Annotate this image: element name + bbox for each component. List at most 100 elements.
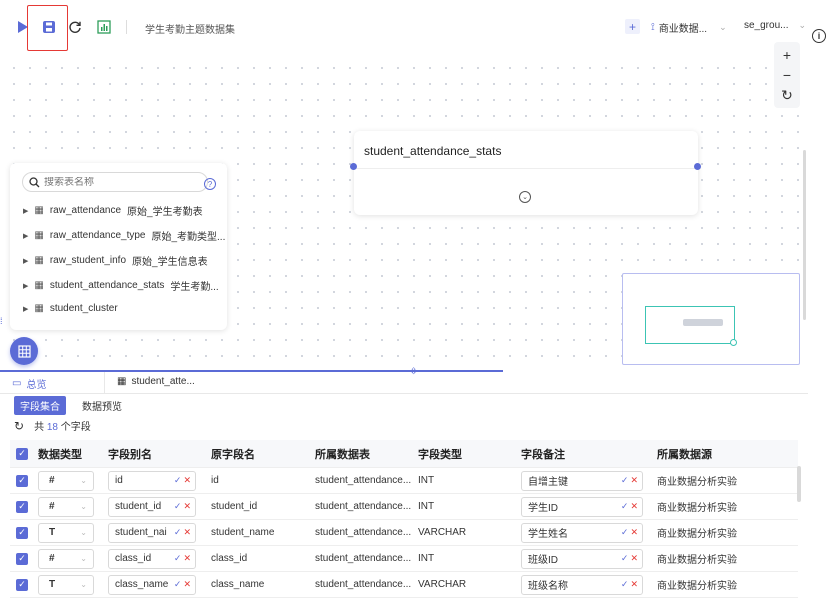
- alias-input[interactable]: student_nai ✓ ✕: [108, 522, 196, 543]
- minimap-node: [683, 319, 723, 326]
- table-search[interactable]: [22, 172, 208, 192]
- minimap[interactable]: [622, 273, 800, 365]
- tab-table[interactable]: ▦ student_atte...: [117, 376, 195, 387]
- confirm-icon[interactable]: ✓: [621, 475, 629, 486]
- table-item-name: raw_attendance: [49, 205, 122, 216]
- alias-value: student_id: [115, 501, 162, 512]
- data-source: 商业数据分析实验: [657, 503, 737, 514]
- table-list-item[interactable]: ▶ ▦ student_attendance_stats 学生考勤...: [23, 278, 219, 293]
- table-list-item[interactable]: ▶ ▦ raw_attendance_type 原始_考勤类型...: [23, 228, 225, 243]
- cancel-icon[interactable]: ✕: [183, 475, 191, 486]
- cancel-icon[interactable]: ✕: [630, 527, 638, 538]
- chevron-down-icon: ⌄: [80, 580, 87, 589]
- alias-input[interactable]: class_id ✓ ✕: [108, 548, 196, 569]
- cancel-icon[interactable]: ✕: [630, 501, 638, 512]
- data-type-select[interactable]: # ⌄: [38, 496, 94, 517]
- save-icon[interactable]: [40, 18, 58, 36]
- node-port-left[interactable]: [350, 163, 357, 170]
- zoom-reset-button[interactable]: ↻: [781, 88, 793, 102]
- canvas-scrollbar[interactable]: [803, 150, 806, 320]
- data-source: 商业数据分析实验: [657, 555, 737, 566]
- subtab-preview[interactable]: 数据预览: [82, 398, 122, 413]
- remark-input[interactable]: 自增主键 ✓ ✕: [521, 470, 643, 491]
- chart-icon[interactable]: [95, 18, 113, 36]
- table-row: ✓ # ⌄ id ✓ ✕ id student_attendance... INT 自…: [10, 468, 798, 494]
- remark-input[interactable]: 班级ID ✓ ✕: [521, 548, 643, 569]
- node-port-right[interactable]: [694, 163, 701, 170]
- zoom-in-button[interactable]: +: [783, 48, 791, 62]
- row-checkbox[interactable]: ✓: [16, 526, 28, 539]
- confirm-icon[interactable]: ✓: [621, 501, 629, 512]
- row-checkbox[interactable]: ✓: [16, 474, 28, 487]
- zoom-out-button[interactable]: −: [783, 68, 791, 82]
- confirm-icon[interactable]: ✓: [621, 579, 629, 590]
- row-checkbox[interactable]: ✓: [16, 552, 28, 565]
- table-scrollbar[interactable]: [797, 466, 801, 502]
- table-list-item[interactable]: ▶ ▦ raw_student_info 原始_学生信息表: [23, 253, 208, 268]
- datasource-icon: ⟟: [651, 22, 655, 33]
- cancel-icon[interactable]: ✕: [183, 501, 191, 512]
- data-source: 商业数据分析实验: [657, 581, 737, 592]
- data-source: 商业数据分析实验: [657, 529, 737, 540]
- cancel-icon[interactable]: ✕: [183, 553, 191, 564]
- confirm-icon[interactable]: ✓: [174, 527, 182, 538]
- confirm-icon[interactable]: ✓: [174, 501, 182, 512]
- cancel-icon[interactable]: ✕: [183, 579, 191, 590]
- data-source-select[interactable]: ⟟ 商业数据... ⌄: [651, 20, 727, 35]
- table-row: ✓ # ⌄ student_id ✓ ✕ student_id student_att…: [10, 494, 798, 520]
- data-type-select[interactable]: # ⌄: [38, 470, 94, 491]
- group-value: se_grou...: [744, 20, 789, 31]
- table-node[interactable]: student_attendance_stats ⌄: [354, 131, 698, 215]
- remark-input[interactable]: 班级名称 ✓ ✕: [521, 574, 643, 595]
- subtab-fields[interactable]: 字段集合: [14, 396, 66, 415]
- select-all-checkbox[interactable]: ✓: [16, 447, 28, 460]
- tab-overview[interactable]: ▭ 总览: [12, 376, 46, 391]
- cancel-icon[interactable]: ✕: [630, 579, 638, 590]
- sidebar-toggle-icon[interactable]: ⁞: [0, 316, 3, 326]
- data-type-select[interactable]: T ⌄: [38, 522, 94, 543]
- row-checkbox[interactable]: ✓: [16, 500, 28, 513]
- refresh-icon[interactable]: ↻: [14, 419, 24, 433]
- alias-input[interactable]: student_id ✓ ✕: [108, 496, 196, 517]
- alias-input[interactable]: id ✓ ✕: [108, 470, 196, 491]
- caret-right-icon[interactable]: ▶: [23, 282, 28, 290]
- table-item-desc: 原始_学生考勤表: [127, 207, 203, 218]
- help-icon[interactable]: ?: [204, 178, 216, 190]
- table-list-item[interactable]: ▶ ▦ raw_attendance 原始_学生考勤表: [23, 203, 203, 218]
- table-list-item[interactable]: ▶ ▦ student_cluster: [23, 303, 124, 314]
- chevron-down-icon: ⌄: [798, 20, 807, 30]
- remark-value: 学生ID: [528, 503, 558, 514]
- confirm-icon[interactable]: ✓: [174, 579, 182, 590]
- caret-right-icon[interactable]: ▶: [23, 207, 28, 215]
- data-type-select[interactable]: T ⌄: [38, 574, 94, 595]
- table-list-panel: ? ▶ ▦ raw_attendance 原始_学生考勤表 ▶ ▦ raw_at…: [10, 163, 227, 330]
- refresh-icon[interactable]: [66, 18, 84, 36]
- cancel-icon[interactable]: ✕: [630, 553, 638, 564]
- caret-right-icon[interactable]: ▶: [23, 232, 28, 240]
- search-input[interactable]: [44, 176, 194, 188]
- row-checkbox[interactable]: ✓: [16, 578, 28, 591]
- add-button[interactable]: +: [625, 19, 640, 34]
- original-name: class_name: [211, 579, 265, 590]
- cancel-icon[interactable]: ✕: [630, 475, 638, 486]
- count-suffix: 个字段: [60, 422, 91, 433]
- cancel-icon[interactable]: ✕: [183, 527, 191, 538]
- minimap-resize-handle[interactable]: [730, 339, 737, 346]
- remark-input[interactable]: 学生ID ✓ ✕: [521, 496, 643, 517]
- expand-icon[interactable]: ⌄: [519, 191, 531, 203]
- alias-input[interactable]: class_name ✓ ✕: [108, 574, 196, 595]
- confirm-icon[interactable]: ✓: [174, 553, 182, 564]
- confirm-icon[interactable]: ✓: [621, 527, 629, 538]
- remark-input[interactable]: 学生姓名 ✓ ✕: [521, 522, 643, 543]
- caret-right-icon[interactable]: ▶: [23, 305, 28, 313]
- data-type-select[interactable]: # ⌄: [38, 548, 94, 569]
- node-divider: [354, 168, 698, 169]
- table-item-desc: 原始_考勤类型...: [151, 232, 226, 243]
- group-select[interactable]: se_grou... ⌄: [744, 20, 806, 31]
- confirm-icon[interactable]: ✓: [174, 475, 182, 486]
- table-grid-button[interactable]: [10, 337, 38, 365]
- caret-right-icon[interactable]: ▶: [23, 257, 28, 265]
- info-icon[interactable]: i: [812, 29, 826, 43]
- confirm-icon[interactable]: ✓: [621, 553, 629, 564]
- table-item-name: student_attendance_stats: [49, 280, 165, 291]
